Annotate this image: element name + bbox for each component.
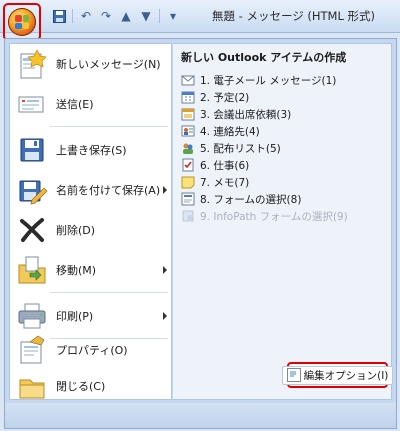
- submenu-arrow-icon: [163, 186, 167, 194]
- new-message-command[interactable]: 新しいメッセージ(N): [10, 46, 171, 82]
- window-title: 無題 - メッセージ (HTML 形式): [212, 9, 376, 23]
- menu-divider: [50, 292, 168, 293]
- save-icon[interactable]: [52, 9, 66, 23]
- editor-options-button[interactable]: 編集オプション(I): [281, 362, 394, 388]
- new-note-item[interactable]: 7. メモ(7): [181, 174, 386, 190]
- redo-icon[interactable]: ↷: [99, 9, 113, 23]
- save-icon: [16, 134, 48, 166]
- new-email-item[interactable]: 1. 電子メール メッセージ(1): [181, 72, 386, 88]
- new-task-item[interactable]: 6. 仕事(6): [181, 157, 386, 173]
- send-icon: [16, 88, 48, 120]
- up-arrow-icon[interactable]: ▲: [119, 9, 133, 23]
- delete-command[interactable]: 削除(D): [10, 212, 171, 248]
- email-icon: [181, 73, 195, 87]
- quick-access-toolbar: ↶ ↷ ▲ ▼ ▾: [52, 9, 180, 23]
- delete-icon: [16, 214, 48, 246]
- print-icon: [16, 300, 48, 332]
- office-button[interactable]: [3, 3, 41, 41]
- new-meeting-item[interactable]: 3. 会議出席依頼(3): [181, 106, 386, 122]
- print-label: 印刷(P): [56, 310, 94, 323]
- properties-command[interactable]: プロパティ(O): [10, 332, 171, 368]
- qat-separator: [72, 9, 73, 23]
- title-bar: ↶ ↷ ▲ ▼ ▾ 無題 - メッセージ (HTML 形式): [0, 0, 400, 41]
- new-message-icon: [16, 48, 48, 80]
- undo-icon[interactable]: ↶: [79, 9, 93, 23]
- new-appointment-item[interactable]: 2. 予定(2): [181, 89, 386, 105]
- customize-icon[interactable]: ▾: [166, 9, 180, 23]
- move-icon: [16, 254, 48, 286]
- editor-options-label: 編集オプション(I): [303, 369, 389, 382]
- properties-icon: [16, 334, 48, 366]
- down-arrow-icon[interactable]: ▼: [139, 9, 153, 23]
- distribution-list-icon: [181, 141, 195, 155]
- close-command[interactable]: 閉じる(C): [10, 368, 171, 404]
- save-as-icon: [16, 174, 48, 206]
- delete-label: 削除(D): [56, 224, 96, 237]
- submenu-arrow-icon: [163, 312, 167, 320]
- move-command[interactable]: 移動(M): [10, 252, 171, 288]
- save-label: 上書き保存(S): [56, 144, 127, 157]
- new-distribution-list-item[interactable]: 5. 配布リスト(5): [181, 140, 386, 156]
- print-command[interactable]: 印刷(P): [10, 298, 171, 334]
- qat-separator: [159, 9, 160, 23]
- office-logo-icon: [8, 8, 36, 36]
- form-icon: [181, 192, 195, 206]
- send-command[interactable]: 送信(E): [10, 86, 171, 122]
- choose-form-item[interactable]: 8. フォームの選択(8): [181, 191, 386, 207]
- new-message-label: 新しいメッセージ(N): [56, 58, 161, 71]
- meeting-icon: [181, 107, 195, 121]
- submenu-arrow-icon: [163, 266, 167, 274]
- menu-divider: [50, 126, 168, 127]
- save-command[interactable]: 上書き保存(S): [10, 132, 171, 168]
- save-as-command[interactable]: 名前を付けて保存(A): [10, 172, 171, 208]
- new-items-title: 新しい Outlook アイテムの作成: [181, 51, 347, 64]
- new-items-pane: 新しい Outlook アイテムの作成 1. 電子メール メッセージ(1) 2.…: [173, 43, 392, 400]
- properties-label: プロパティ(O): [56, 344, 128, 357]
- move-label: 移動(M): [56, 264, 97, 277]
- infopath-icon: [181, 209, 195, 223]
- close-label: 閉じる(C): [56, 380, 106, 393]
- close-folder-icon: [16, 370, 48, 402]
- task-icon: [181, 158, 195, 172]
- send-label: 送信(E): [56, 98, 94, 111]
- save-as-label: 名前を付けて保存(A): [56, 184, 161, 197]
- contact-icon: [181, 124, 195, 138]
- menu-footer: [5, 403, 396, 428]
- note-icon: [181, 175, 195, 189]
- calendar-icon: [181, 90, 195, 104]
- new-contact-item[interactable]: 4. 連絡先(4): [181, 123, 386, 139]
- choose-infopath-form-item: 9. InfoPath フォームの選択(9): [181, 208, 386, 224]
- command-list: 新しいメッセージ(N) 送信(E) 上書き保存(S) 名前を付けて保存(A) 削…: [9, 43, 172, 400]
- editor-options-icon: [286, 368, 301, 382]
